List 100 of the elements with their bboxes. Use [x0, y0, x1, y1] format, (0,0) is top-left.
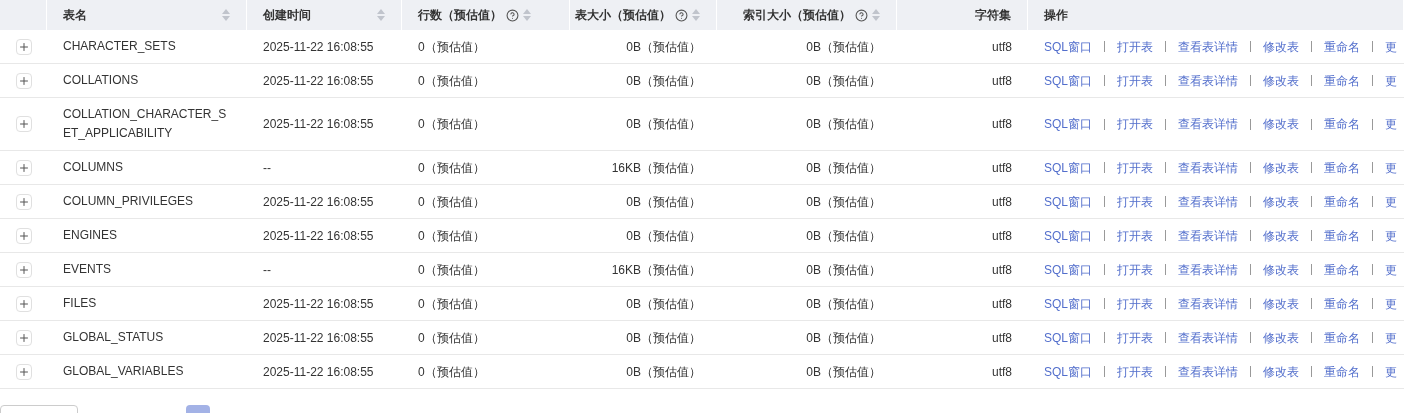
action-link[interactable]: 查看表详情 — [1178, 71, 1238, 90]
row-count: 0（预估值） — [418, 261, 485, 279]
expand-button[interactable] — [15, 193, 32, 210]
help-icon[interactable] — [675, 8, 688, 22]
action-link[interactable]: 查看表详情 — [1178, 226, 1238, 245]
action-link[interactable]: 打开表 — [1117, 294, 1153, 313]
action-link[interactable]: SQL窗口 — [1044, 37, 1092, 56]
action-link[interactable]: 更 — [1385, 192, 1397, 211]
action-link[interactable]: 更 — [1385, 37, 1397, 56]
sort-icon[interactable] — [377, 9, 385, 21]
action-link[interactable]: 更 — [1385, 260, 1397, 279]
sort-icon[interactable] — [222, 9, 230, 21]
action-link[interactable]: SQL窗口 — [1044, 362, 1092, 381]
action-link[interactable]: 更 — [1385, 328, 1397, 347]
column-header: 字符集 — [975, 7, 1011, 24]
action-link[interactable]: 打开表 — [1117, 37, 1153, 56]
action-link[interactable]: 重命名 — [1324, 294, 1360, 313]
action-link[interactable]: SQL窗口 — [1044, 226, 1092, 245]
sort-icon[interactable] — [692, 9, 700, 21]
action-link[interactable]: 更 — [1385, 294, 1397, 313]
action-link[interactable]: 查看表详情 — [1178, 158, 1238, 177]
action-link[interactable]: 重命名 — [1324, 37, 1360, 56]
action-link[interactable]: SQL窗口 — [1044, 115, 1092, 133]
action-link[interactable]: 查看表详情 — [1178, 192, 1238, 211]
index-size: 0B（预估值） — [806, 227, 881, 245]
row-count: 0（预估值） — [418, 38, 485, 56]
action-link[interactable]: 重命名 — [1324, 192, 1360, 211]
column-header: 索引大小（预估值） — [743, 7, 851, 24]
expand-button[interactable] — [15, 295, 32, 312]
action-link[interactable]: SQL窗口 — [1044, 192, 1092, 211]
action-link[interactable]: 查看表详情 — [1178, 294, 1238, 313]
action-link[interactable]: 打开表 — [1117, 328, 1153, 347]
action-link[interactable]: 修改表 — [1263, 328, 1299, 347]
action-link[interactable]: 修改表 — [1263, 294, 1299, 313]
charset: utf8 — [992, 116, 1012, 133]
action-link[interactable]: 查看表详情 — [1178, 37, 1238, 56]
created-time: -- — [263, 261, 271, 279]
plus-icon — [17, 74, 30, 87]
action-link[interactable]: 打开表 — [1117, 260, 1153, 279]
action-link[interactable]: 修改表 — [1263, 362, 1299, 381]
action-link[interactable]: SQL窗口 — [1044, 260, 1092, 279]
expand-button[interactable] — [15, 261, 32, 278]
action-link[interactable]: 打开表 — [1117, 192, 1153, 211]
action-link[interactable]: 打开表 — [1117, 362, 1153, 381]
action-link[interactable]: 重命名 — [1324, 328, 1360, 347]
action-link[interactable]: 修改表 — [1263, 158, 1299, 177]
action-link[interactable]: 查看表详情 — [1178, 115, 1238, 133]
action-link[interactable]: 更 — [1385, 71, 1397, 90]
table-name: COLUMN_PRIVILEGES — [63, 193, 194, 210]
action-link[interactable]: 更 — [1385, 362, 1397, 381]
help-icon[interactable] — [506, 8, 519, 22]
sort-icon[interactable] — [523, 9, 531, 21]
action-link[interactable]: SQL窗口 — [1044, 294, 1092, 313]
charset: utf8 — [992, 193, 1012, 211]
sort-icon[interactable] — [872, 9, 880, 21]
action-link[interactable]: 重命名 — [1324, 362, 1360, 381]
action-link[interactable]: 查看表详情 — [1178, 260, 1238, 279]
action-link[interactable]: 修改表 — [1263, 37, 1299, 56]
plus-icon — [17, 161, 30, 174]
table-name: COLLATION_CHARACTER_SET_APPLICABILITY — [63, 106, 228, 142]
index-size: 0B（预估值） — [806, 159, 881, 177]
action-link[interactable]: SQL窗口 — [1044, 71, 1092, 90]
action-link[interactable]: 修改表 — [1263, 226, 1299, 245]
charset: utf8 — [992, 363, 1012, 381]
action-link[interactable]: 打开表 — [1117, 115, 1153, 133]
help-icon[interactable] — [855, 8, 868, 22]
created-time: 2025-11-22 16:08:55 — [263, 72, 374, 90]
action-link[interactable]: 打开表 — [1117, 71, 1153, 90]
expand-button[interactable] — [15, 116, 32, 132]
action-link[interactable]: SQL窗口 — [1044, 158, 1092, 177]
expand-button[interactable] — [15, 38, 32, 55]
expand-button[interactable] — [15, 329, 32, 346]
table-name: GLOBAL_VARIABLES — [63, 363, 184, 380]
index-size: 0B（预估值） — [806, 193, 881, 211]
action-link[interactable]: SQL窗口 — [1044, 328, 1092, 347]
action-link[interactable]: 重命名 — [1324, 226, 1360, 245]
action-link[interactable]: 修改表 — [1263, 192, 1299, 211]
table-size: 16KB（预估值） — [611, 261, 701, 279]
expand-button[interactable] — [15, 72, 32, 89]
plus-icon — [17, 263, 30, 276]
expand-button[interactable] — [15, 227, 32, 244]
action-link[interactable]: 更 — [1385, 226, 1397, 245]
action-link[interactable]: 打开表 — [1117, 158, 1153, 177]
action-link[interactable]: 重命名 — [1324, 115, 1360, 133]
table-name: GLOBAL_STATUS — [63, 329, 164, 346]
action-link[interactable]: 更 — [1385, 158, 1397, 177]
action-link[interactable]: 修改表 — [1263, 71, 1299, 90]
action-link[interactable]: 打开表 — [1117, 226, 1153, 245]
action-link[interactable]: 修改表 — [1263, 115, 1299, 133]
action-link[interactable]: 查看表详情 — [1178, 362, 1238, 381]
action-link[interactable]: 更 — [1385, 115, 1397, 133]
action-link[interactable]: 修改表 — [1263, 260, 1299, 279]
action-link[interactable]: 重命名 — [1324, 260, 1360, 279]
charset: utf8 — [992, 227, 1012, 245]
action-link[interactable]: 重命名 — [1324, 71, 1360, 90]
expand-button[interactable] — [15, 159, 32, 176]
charset: utf8 — [992, 159, 1012, 177]
action-link[interactable]: 重命名 — [1324, 158, 1360, 177]
action-link[interactable]: 查看表详情 — [1178, 328, 1238, 347]
expand-button[interactable] — [15, 363, 32, 380]
